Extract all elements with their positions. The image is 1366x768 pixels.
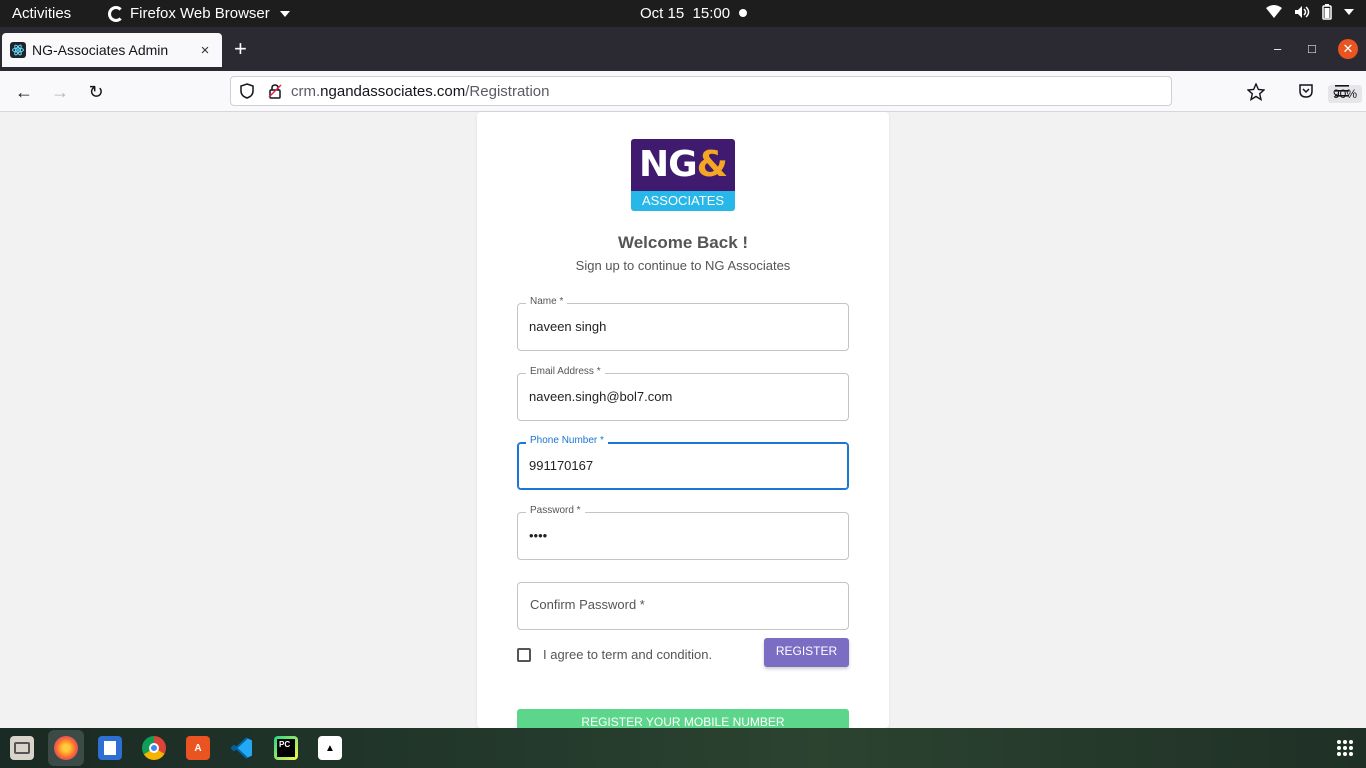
password-field[interactable]: Password * •••• xyxy=(517,505,849,560)
clock[interactable]: Oct 15 15:00 xyxy=(640,5,730,22)
tab-title: NG-Associates Admin xyxy=(32,42,169,58)
email-label: Email Address * xyxy=(526,366,605,377)
chevron-down-icon xyxy=(279,10,290,17)
react-favicon-icon xyxy=(10,42,26,58)
system-tray[interactable] xyxy=(1266,4,1354,20)
welcome-heading: Welcome Back ! xyxy=(617,233,749,252)
pycharm-icon[interactable]: PC xyxy=(274,736,298,760)
vscode-icon[interactable] xyxy=(230,736,254,760)
firefox-icon[interactable] xyxy=(54,736,78,760)
forward-arrow-icon[interactable]: → xyxy=(49,81,71,103)
new-tab-button[interactable]: + xyxy=(234,38,247,60)
hamburger-menu-icon[interactable] xyxy=(1334,84,1350,98)
app-name: Firefox Web Browser xyxy=(130,5,270,22)
logo-sub: ASSOCIATES xyxy=(631,191,735,211)
inkscape-icon[interactable]: ▲ xyxy=(318,736,342,760)
tab-ng-associates[interactable]: NG-Associates Admin × xyxy=(2,33,222,67)
phone-label: Phone Number * xyxy=(526,435,608,446)
text-editor-icon[interactable] xyxy=(98,736,122,760)
time: 15:00 xyxy=(692,5,731,22)
chrome-icon[interactable] xyxy=(142,736,166,760)
minimize-icon[interactable]: – xyxy=(1274,41,1281,56)
taskbar-dock: A PC ▲ xyxy=(0,728,1366,768)
back-arrow-icon[interactable]: ← xyxy=(13,81,35,103)
insecure-lock-icon xyxy=(268,84,282,99)
navigation-bar: ← → ↻ crm.ngandassociates.com/Registrati… xyxy=(0,71,1366,112)
password-value: •••• xyxy=(529,528,548,543)
subtitle: Sign up to continue to NG Associates xyxy=(575,258,791,273)
power-menu-chevron-icon xyxy=(1344,9,1354,15)
email-field[interactable]: Email Address * naveen.singh@bol7.com xyxy=(517,366,849,421)
firefox-icon xyxy=(108,5,124,22)
reload-icon[interactable]: ↻ xyxy=(85,81,107,103)
files-icon[interactable] xyxy=(10,736,34,760)
registration-card: NG& ASSOCIATES Welcome Back ! Sign up to… xyxy=(477,112,889,728)
url-bar[interactable]: crm.ngandassociates.com/Registration 90% xyxy=(230,76,1363,106)
window-close-button[interactable]: ✕ xyxy=(1338,39,1358,59)
terms-agreement[interactable]: I agree to term and condition. xyxy=(517,647,712,662)
notification-dot xyxy=(739,9,747,17)
pocket-icon[interactable] xyxy=(1298,83,1314,99)
shield-icon xyxy=(240,83,254,99)
system-top-bar: Activities Firefox Web Browser Oct 15 15… xyxy=(0,0,1366,27)
register-button[interactable]: REGISTER xyxy=(764,638,849,667)
terms-label: I agree to term and condition. xyxy=(543,647,713,662)
confirm-password-field[interactable]: Confirm Password * xyxy=(517,582,849,630)
register-mobile-button[interactable]: REGISTER YOUR MOBILE NUMBER xyxy=(517,709,849,728)
maximize-icon[interactable]: □ xyxy=(1308,41,1316,56)
email-value: naveen.singh@bol7.com xyxy=(529,389,673,404)
ng-associates-logo: NG& ASSOCIATES xyxy=(631,139,735,211)
battery-icon xyxy=(1322,4,1332,20)
software-center-icon[interactable]: A xyxy=(186,736,210,760)
logo-main: NG& xyxy=(631,139,735,191)
tab-close-icon[interactable]: × xyxy=(196,42,214,59)
date: Oct 15 xyxy=(640,5,685,22)
volume-icon xyxy=(1295,6,1310,18)
name-label: Name * xyxy=(526,296,568,307)
confirm-password-placeholder: Confirm Password * xyxy=(530,597,645,612)
activities-button[interactable]: Activities xyxy=(12,5,71,22)
app-menu[interactable]: Firefox Web Browser xyxy=(108,5,290,22)
name-value: naveen singh xyxy=(529,319,607,334)
terms-checkbox[interactable] xyxy=(517,647,531,662)
url-text: crm.ngandassociates.com/Registration xyxy=(291,82,550,100)
bookmark-star-icon[interactable] xyxy=(1247,83,1265,101)
wifi-icon xyxy=(1266,5,1282,18)
show-apps-icon[interactable] xyxy=(1337,740,1353,756)
name-field[interactable]: Name * naveen singh xyxy=(517,296,849,351)
phone-field[interactable]: Phone Number * 991170167 xyxy=(517,435,849,490)
tab-strip: NG-Associates Admin × + – □ xyxy=(0,27,1366,71)
phone-value: 991170167 xyxy=(529,458,594,473)
password-label: Password * xyxy=(526,505,585,516)
